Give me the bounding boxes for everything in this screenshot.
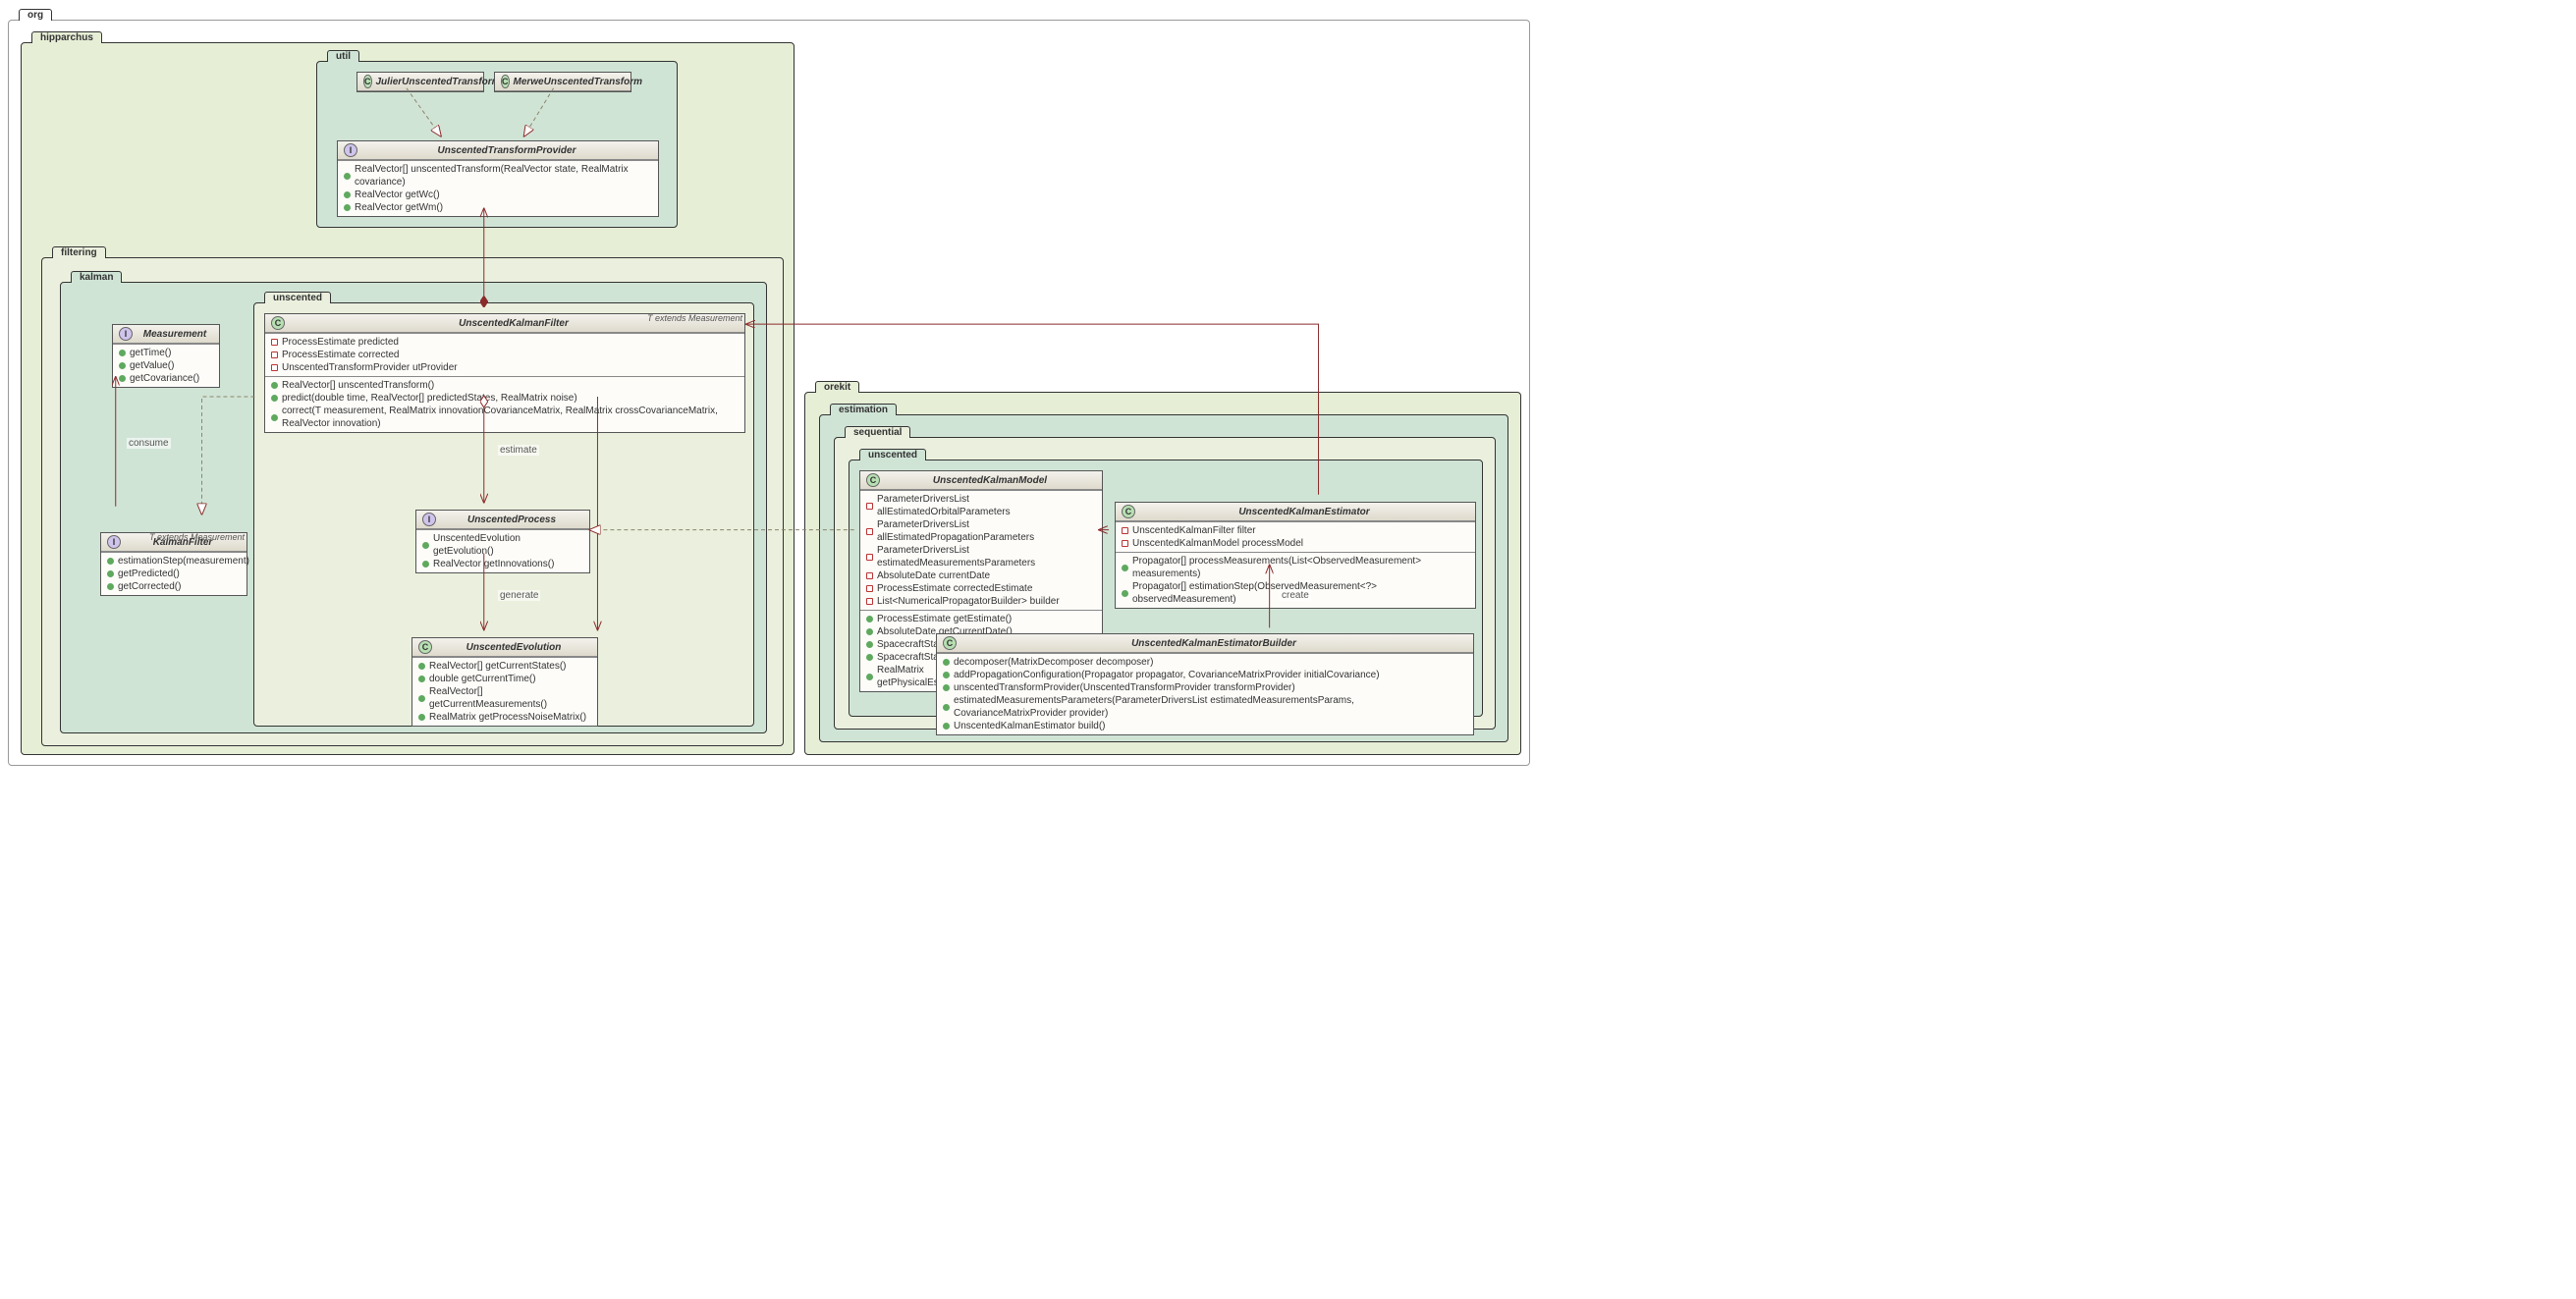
package-label-util: util	[327, 50, 359, 62]
package-label-hipparchus: hipparchus	[31, 31, 102, 43]
class-icon: C	[363, 75, 372, 88]
interface-icon: I	[107, 535, 121, 549]
class-julier: CJulierUnscentedTransform	[356, 72, 484, 92]
package-label-unscented-h: unscented	[264, 292, 331, 303]
class-icon: C	[1122, 505, 1135, 518]
package-unscented-orekit: unscented CUnscentedKalmanModel Paramete…	[849, 460, 1483, 717]
class-icon: C	[271, 316, 285, 330]
class-icon: C	[943, 636, 957, 650]
label-consume: consume	[127, 438, 171, 449]
class-unscented-kalman-filter: C UnscentedKalmanFilter T extends Measur…	[264, 313, 745, 433]
package-org: org hipparchus util CJulierUnscentedTran…	[8, 20, 1530, 766]
package-kalman: kalman IMeasurement getTime() getValue()…	[60, 282, 767, 733]
package-util: util CJulierUnscentedTransform CMerweUns…	[316, 61, 678, 228]
package-label-kalman: kalman	[71, 271, 122, 283]
interface-kalman-filter: I KalmanFilter T extends Measurement est…	[100, 532, 247, 596]
package-sequential: sequential unscented CUnscentedKalmanMod…	[834, 437, 1496, 730]
package-label-sequential: sequential	[845, 426, 910, 438]
package-orekit: orekit estimation sequential unscented C…	[804, 392, 1521, 755]
class-icon: C	[418, 640, 432, 654]
label-create: create	[1280, 590, 1311, 601]
label-generate: generate	[498, 590, 540, 601]
package-hipparchus: hipparchus util CJulierUnscentedTransfor…	[21, 42, 795, 755]
package-label-org: org	[19, 9, 52, 21]
interface-icon: I	[119, 327, 133, 341]
class-unscented-evolution: CUnscentedEvolution RealVector[] getCurr…	[411, 637, 598, 727]
package-filtering: filtering kalman IMeasurement getTime() …	[41, 257, 784, 746]
interface-unscented-transform-provider: IUnscentedTransformProvider RealVector[]…	[337, 140, 659, 217]
label-estimate: estimate	[498, 445, 539, 456]
package-label-estimation: estimation	[830, 404, 897, 415]
package-label-orekit: orekit	[815, 381, 859, 393]
class-merwe: CMerweUnscentedTransform	[494, 72, 631, 92]
interface-icon: I	[422, 513, 436, 526]
package-label-filtering: filtering	[52, 246, 106, 258]
package-estimation: estimation sequential unscented CUnscent…	[819, 414, 1508, 742]
interface-measurement: IMeasurement getTime() getValue() getCov…	[112, 324, 220, 388]
class-unscented-kalman-estimator-builder: CUnscentedKalmanEstimatorBuilder decompo…	[936, 633, 1474, 735]
class-icon: C	[501, 75, 510, 88]
package-unscented-hipparchus: unscented C UnscentedKalmanFilter T exte…	[253, 302, 754, 727]
package-label-unscented-o: unscented	[859, 449, 926, 460]
interface-icon: I	[344, 143, 357, 157]
interface-unscented-process: IUnscentedProcess UnscentedEvolution get…	[415, 510, 590, 573]
class-icon: C	[866, 473, 880, 487]
